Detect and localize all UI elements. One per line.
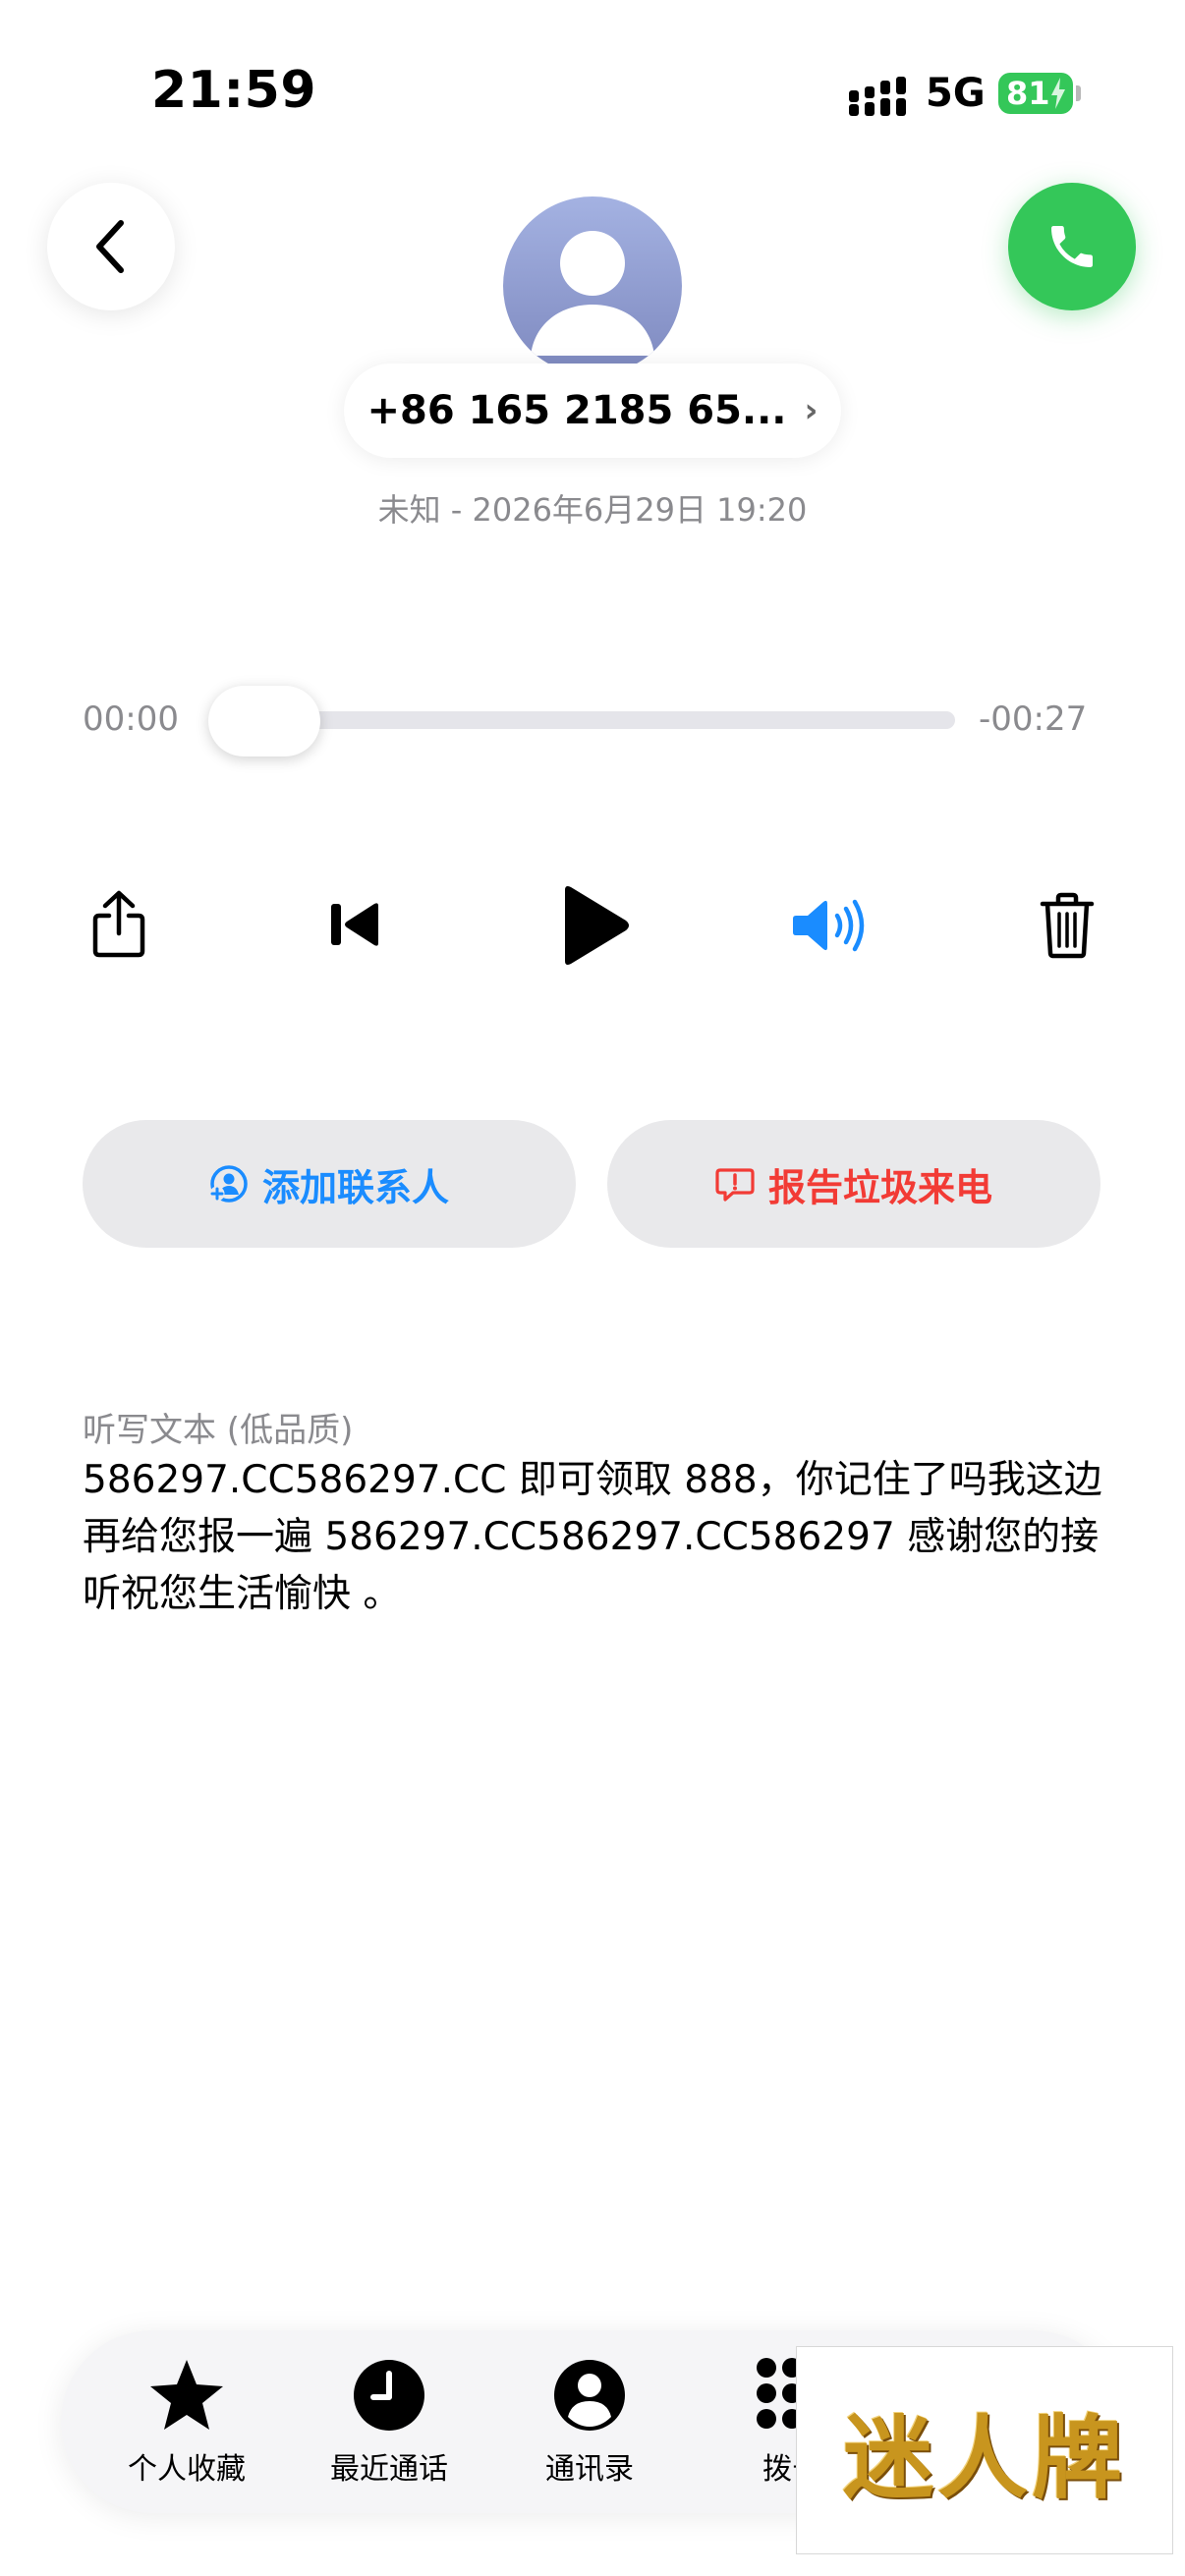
watermark-text: 迷人牌 (842, 2404, 1126, 2511)
battery-indicator: 81 (998, 73, 1081, 114)
transcript-text: 586297.CC586297.CC 即可领取 888，你记住了吗我这边再给您报… (83, 1458, 1102, 1616)
network-type: 5G (926, 71, 986, 116)
tab-favorites-label: 个人收藏 (128, 2452, 246, 2487)
tab-contacts-label: 通讯录 (545, 2452, 634, 2487)
cellular-signal-icon (849, 77, 906, 116)
battery-level: 81 (1006, 75, 1050, 112)
add-contact-label: 添加联系人 (261, 1165, 449, 1209)
caller-number: +86 165 2185 65... (367, 388, 787, 433)
tab-recents-label: 最近通话 (330, 2452, 448, 2487)
chevron-left-icon (96, 220, 124, 273)
clock-icon (354, 2360, 424, 2431)
person-icon (554, 2360, 625, 2431)
speaker-icon (793, 899, 865, 952)
person-placeholder-icon (531, 231, 654, 356)
speaker-button[interactable] (786, 888, 875, 963)
share-button[interactable] (83, 882, 155, 967)
playback-scrubber-handle[interactable] (208, 686, 320, 756)
report-spam-label: 报告垃圾来电 (767, 1165, 992, 1209)
add-person-icon (209, 1165, 248, 1203)
back-button[interactable] (47, 183, 175, 310)
skip-back-button[interactable] (320, 890, 389, 959)
tab-contacts[interactable]: 通讯录 (491, 2356, 688, 2493)
tab-favorites[interactable]: 个人收藏 (88, 2356, 285, 2493)
watermark-logo: 迷人牌 (796, 2346, 1173, 2554)
playback-track[interactable] (216, 711, 955, 729)
chevron-right-icon: › (804, 391, 818, 430)
report-bubble-icon (715, 1168, 755, 1202)
remaining-time: -00:27 (979, 700, 1088, 739)
phone-icon (1051, 226, 1093, 267)
status-time: 21:59 (151, 61, 317, 120)
star-icon (150, 2360, 223, 2430)
call-back-button[interactable] (1008, 183, 1136, 310)
share-icon (92, 890, 145, 958)
add-contact-button[interactable]: 添加联系人 (83, 1120, 576, 1248)
skip-back-icon (331, 903, 378, 946)
delete-button[interactable] (1036, 886, 1099, 965)
contact-avatar (503, 196, 682, 375)
caller-number-button[interactable]: +86 165 2185 65... › (344, 364, 841, 458)
play-icon (565, 886, 629, 965)
transcript-label: 听写文本 (低品质) (83, 1411, 354, 1450)
call-meta: 未知 - 2026年6月29日 19:20 (377, 491, 808, 529)
report-spam-button[interactable]: 报告垃圾来电 (607, 1120, 1100, 1248)
elapsed-time: 00:00 (83, 700, 179, 739)
trash-icon (1040, 892, 1095, 959)
tab-recents[interactable]: 最近通话 (291, 2356, 487, 2493)
play-button[interactable] (550, 876, 639, 975)
voicemail-detail-screen: 21:59 5G 81 +86 165 2185 65... › 未知 - 20… (0, 0, 1185, 2576)
charging-bolt-icon (1051, 78, 1065, 109)
